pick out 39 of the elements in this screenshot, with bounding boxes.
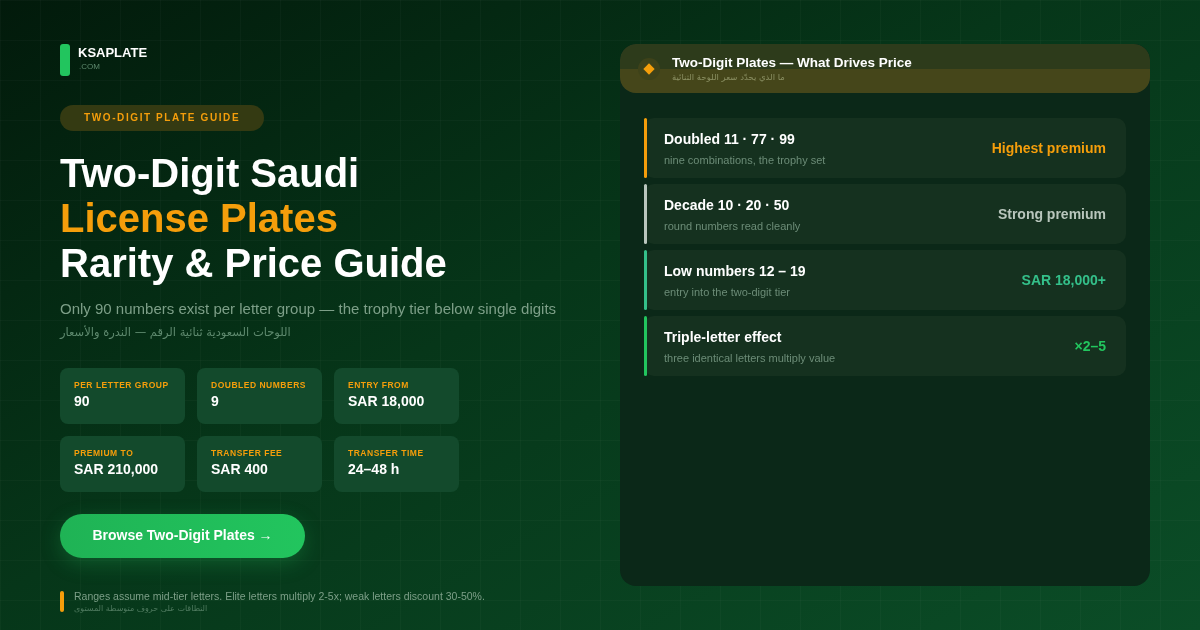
stat-value: SAR 210,000 (74, 459, 159, 479)
factor-value: ×2–5 (1074, 337, 1106, 355)
subtitle: Only 90 numbers exist per letter group — the trophy tier below single digits (60, 299, 557, 318)
stat-label: ENTRY FROM (348, 379, 409, 391)
arabic-subtitle: اللوحات السعودية ثنائية الرقم — الندرة والأسعار (60, 323, 291, 341)
stat-label: PREMIUM TO (74, 447, 134, 459)
factor-detail: nine combinations, the trophy set (664, 152, 826, 167)
stat-value: 24–48 h (348, 459, 400, 479)
panel-title: Two-Digit Plates — What Drives Price (672, 53, 912, 71)
stat-label: TRANSFER TIME (348, 447, 424, 459)
stat-value: SAR 18,000 (348, 391, 425, 411)
headline-line: Rarity & Price Guide (60, 240, 447, 286)
headline-line: License Plates (60, 195, 338, 241)
factor-detail: round numbers read cleanly (664, 218, 801, 233)
brand-name: KSAPLATE (78, 45, 148, 61)
factor-title: Triple-letter effect (664, 327, 782, 346)
panel-arabic-subtitle: ما الذي يحدّد سعر اللوحة الثنائية (672, 70, 785, 84)
stat-value: 9 (211, 391, 219, 411)
stat-label: DOUBLED NUMBERS (211, 379, 306, 391)
stat-value: SAR 400 (211, 459, 268, 479)
factor-detail: entry into the two-digit tier (664, 284, 790, 299)
factor-value: SAR 18,000+ (1021, 271, 1106, 289)
factor-detail: three identical letters multiply value (664, 350, 836, 365)
logo-bar-icon (60, 44, 70, 76)
factor-title: Doubled 11 · 77 · 99 (664, 129, 795, 148)
brand-domain: .COM (79, 61, 101, 73)
factor-title: Low numbers 12 – 19 (664, 261, 806, 280)
factor-value: Highest premium (991, 139, 1106, 157)
arabic-footnote: النطاقات على حروف متوسطة المستوى (74, 602, 208, 615)
stat-value: 90 (74, 391, 90, 411)
stat-label: TRANSFER FEE (211, 447, 283, 459)
guide-badge: TWO-DIGIT PLATE GUIDE (60, 104, 265, 131)
factor-title: Decade 10 · 20 · 50 (664, 195, 790, 214)
headline-line: Two-Digit Saudi (60, 150, 360, 196)
footnote: Ranges assume mid-tier letters. Elite letters multiply 2-5x; weak letters discount 30-50%. (74, 589, 485, 603)
note-marker-icon (60, 590, 64, 612)
stat-label: PER LETTER GROUP (74, 379, 169, 391)
browse-button[interactable]: Browse Two-Digit Plates → (60, 513, 305, 558)
factor-value: Strong premium (997, 205, 1106, 223)
